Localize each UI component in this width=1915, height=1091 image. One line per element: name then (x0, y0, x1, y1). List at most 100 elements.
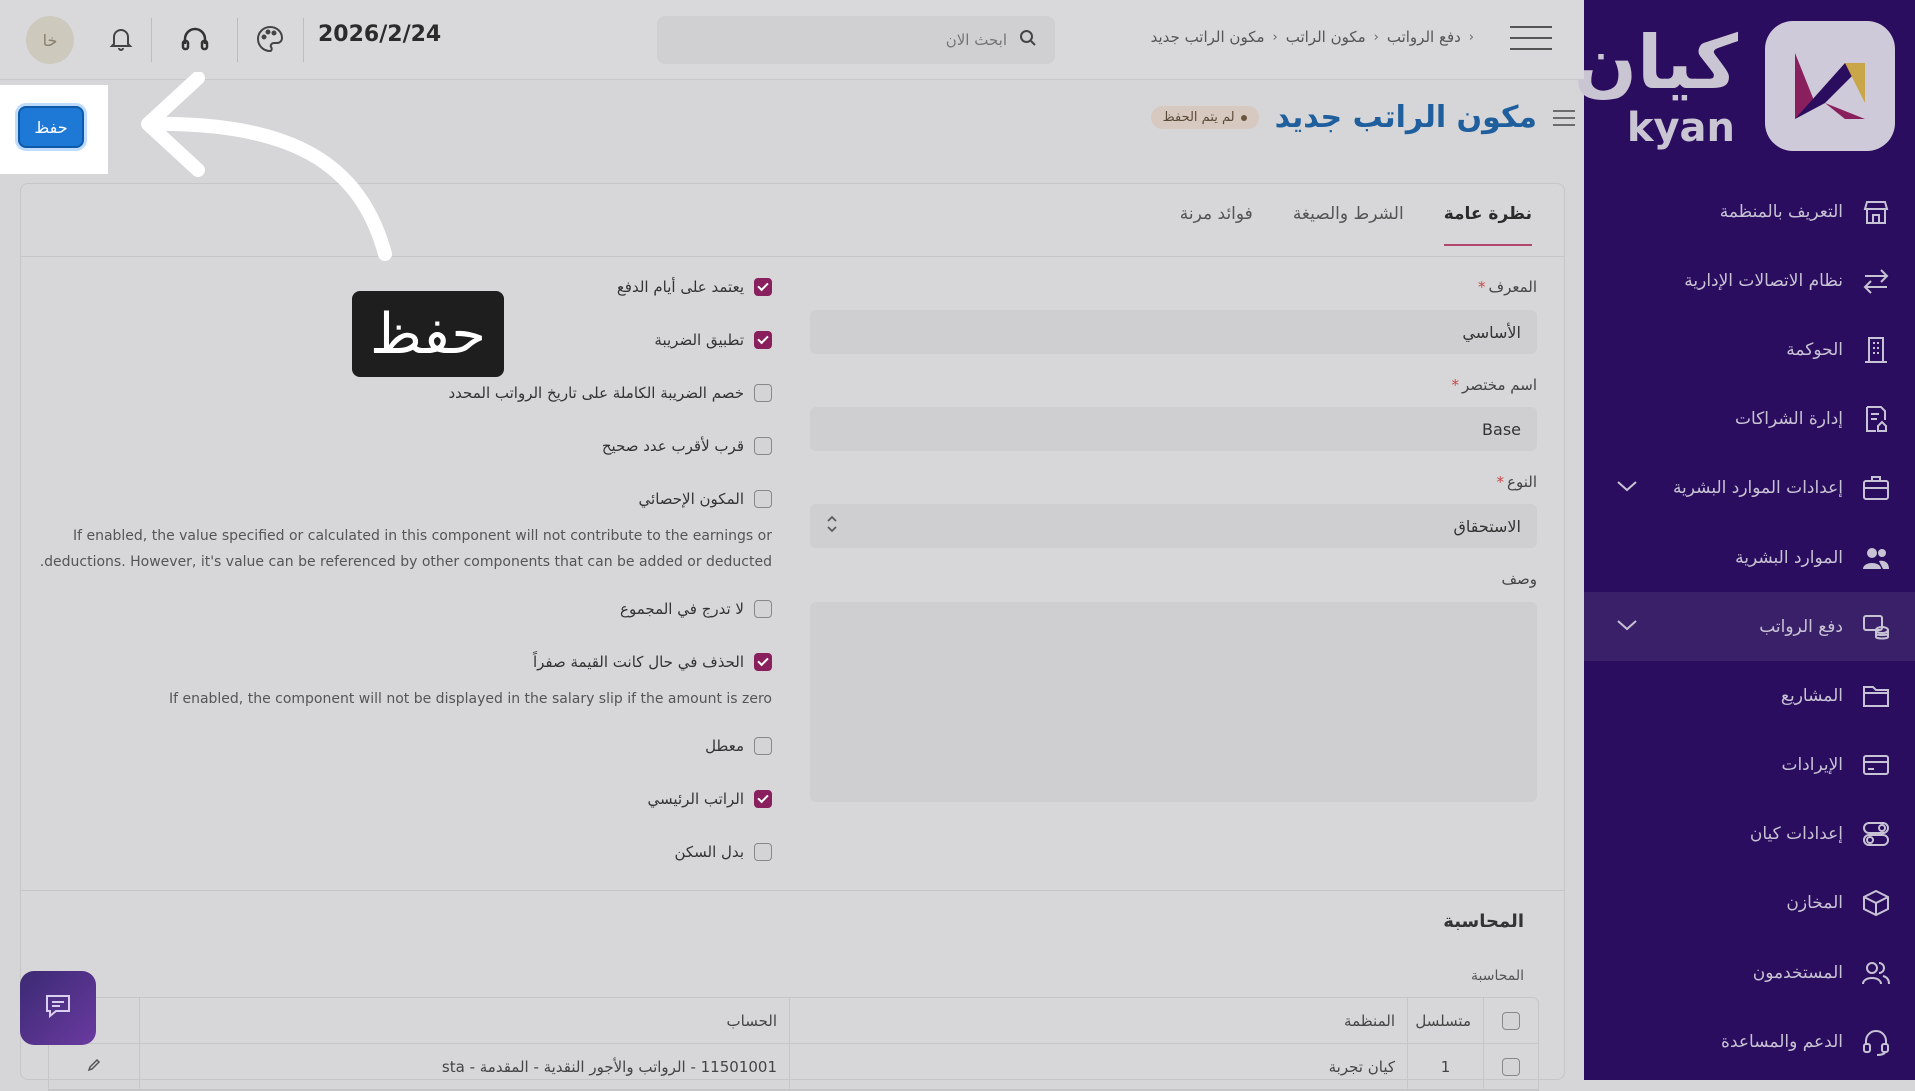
chat-button[interactable] (20, 971, 96, 1045)
sidebar-item-users[interactable]: المستخدمون (1584, 938, 1915, 1007)
bell-icon[interactable] (104, 22, 138, 56)
sidebar-item-label: نظام الاتصالات الإدارية (1684, 270, 1843, 291)
top-bar: ‹ دفع الرواتب ‹ مكون الراتب ‹ مكون الرات… (0, 0, 1584, 80)
folder-icon (1859, 679, 1893, 713)
save-button[interactable]: حفظ (18, 106, 84, 148)
tab-overview[interactable]: نظرة عامة (1443, 204, 1532, 246)
breadcrumb-chevron-icon: ‹ (1468, 29, 1474, 45)
menu-icon[interactable] (1553, 105, 1575, 131)
checkbox-remove-if-zero[interactable]: الحذف في حال كانت القيمة صفراً (533, 653, 772, 671)
search-box[interactable] (657, 16, 1055, 64)
description-textarea[interactable] (810, 602, 1537, 802)
sidebar-item-projects[interactable]: المشاريع (1584, 661, 1915, 730)
sidebar-item-hr-settings[interactable]: إعدادات الموارد البشرية (1584, 454, 1915, 523)
sidebar-item-communications[interactable]: نظام الاتصالات الإدارية (1584, 246, 1915, 315)
box-icon (1859, 886, 1893, 920)
page-title: مكون الراتب جديد (1274, 100, 1537, 135)
search-input[interactable] (689, 30, 1009, 50)
sidebar-item-label: الموارد البشرية (1735, 547, 1843, 568)
checkbox-apply-tax[interactable]: تطبيق الضريبة (654, 331, 772, 349)
sidebar-item-partnerships[interactable]: إدارة الشراكات (1584, 385, 1915, 454)
checkbox-unchecked[interactable] (754, 384, 772, 402)
checkbox-checked[interactable] (754, 653, 772, 671)
checkbox-round-integer[interactable]: قرب لأقرب عدد صحيح (602, 437, 772, 455)
checkbox-full-tax-deduction[interactable]: خصم الضريبة الكاملة على تاريخ الرواتب ال… (448, 384, 772, 402)
save-tooltip: حفظ (352, 291, 504, 377)
checkbox-label: الراتب الرئيسي (647, 790, 744, 808)
checkbox-unchecked[interactable] (754, 437, 772, 455)
breadcrumb: ‹ دفع الرواتب ‹ مكون الراتب ‹ مكون الرات… (1151, 28, 1474, 46)
tab-flexible-benefits[interactable]: فوائد مرنة (1180, 204, 1253, 246)
checkbox-main-salary[interactable]: الراتب الرئيسي (648, 790, 772, 808)
checkbox-select-all[interactable] (1502, 1011, 1520, 1030)
help-line: If enabled, the value specified or calcu… (72, 528, 772, 544)
sidebar-item-label: المخازن (1786, 893, 1843, 914)
store-icon (1859, 195, 1893, 229)
sidebar-item-payroll[interactable]: دفع الرواتب (1584, 592, 1915, 662)
checkbox-checked[interactable] (754, 278, 772, 296)
checkbox-checked[interactable] (754, 331, 772, 349)
cell-account[interactable]: 11501001 - الرواتب والأجور النقدية - الم… (139, 1044, 789, 1089)
sidebar-item-label: الإيرادات (1781, 755, 1843, 776)
table-row[interactable]: 1 كيان تجربة 11501001 - الرواتب والأجور … (49, 1044, 1538, 1090)
accounting-table-label: المحاسبة (1470, 968, 1524, 984)
logo[interactable]: كيان kyan (1574, 18, 1895, 158)
logo-text-arabic: كيان (1573, 20, 1740, 106)
checkbox-statistical-component[interactable]: المكون الإحصائي (639, 490, 772, 508)
sidebar-item-hr[interactable]: الموارد البشرية (1584, 523, 1915, 592)
checkbox-unchecked[interactable] (754, 490, 772, 508)
sidebar-item-kyan-settings[interactable]: إعدادات كيان (1584, 800, 1915, 869)
divider (303, 18, 304, 62)
id-field[interactable]: الأساسي (810, 310, 1537, 354)
table-header: متسلسل المنظمة الحساب (49, 998, 1538, 1044)
checkbox-checked[interactable] (754, 790, 772, 808)
palette-icon[interactable] (253, 22, 287, 56)
pointer-arrow-icon (141, 72, 392, 261)
breadcrumb-salary-component[interactable]: مكون الراتب (1286, 28, 1366, 46)
checkbox-unchecked[interactable] (754, 737, 772, 755)
cell-organization[interactable]: كيان تجربة (789, 1044, 1407, 1089)
checkbox-row[interactable] (1502, 1057, 1520, 1076)
logo-mark (1765, 21, 1895, 151)
hamburger-menu-icon[interactable] (1510, 26, 1552, 52)
accounting-section-title: المحاسبة (1443, 911, 1524, 932)
sidebar-item-label: إدارة الشراكات (1735, 409, 1843, 430)
avatar[interactable]: خا (26, 16, 74, 64)
chat-icon (44, 993, 72, 1023)
toggles-icon (1859, 817, 1893, 851)
tab-condition-formula[interactable]: الشرط والصيغة (1293, 204, 1404, 246)
logo-text-english: kyan (1626, 105, 1735, 151)
checkbox-exclude-total[interactable]: لا تدرج في المجموع (620, 600, 772, 618)
divider (237, 18, 238, 62)
checkbox-unchecked[interactable] (754, 600, 772, 618)
headset-icon[interactable] (178, 22, 212, 56)
edit-row-cell (49, 1044, 139, 1089)
cell-serial: 1 (1407, 1044, 1483, 1089)
briefcase-icon (1859, 471, 1893, 505)
sidebar-item-support[interactable]: الدعم والمساعدة (1584, 1007, 1915, 1076)
chevron-down-icon[interactable] (1616, 617, 1638, 637)
checkbox-payment-days[interactable]: يعتمد على أيام الدفع (617, 278, 772, 296)
type-select[interactable]: الاستحقاق (810, 504, 1537, 548)
breadcrumb-payroll[interactable]: دفع الرواتب (1387, 28, 1461, 46)
checkbox-label: لا تدرج في المجموع (620, 600, 744, 618)
abbr-field[interactable]: Base (810, 407, 1537, 451)
sidebar-item-warehouses[interactable]: المخازن (1584, 869, 1915, 938)
help-line: .deductions. However, it's value can be … (39, 554, 772, 570)
checkbox-disabled[interactable]: معطل (705, 737, 772, 755)
sidebar-menu: التعريف بالمنظمة نظام الاتصالات الإدارية… (1584, 177, 1915, 1076)
row-select-cell (1483, 1044, 1538, 1089)
chevron-down-icon[interactable] (1616, 478, 1638, 498)
checkbox-label: قرب لأقرب عدد صحيح (601, 437, 744, 455)
current-date: 2026/2/24 (318, 22, 442, 47)
users-icon (1859, 541, 1893, 575)
checkbox-unchecked[interactable] (754, 843, 772, 861)
checkbox-label: معطل (705, 737, 744, 755)
checkbox-housing-allowance[interactable]: بدل السكن (674, 843, 772, 861)
pencil-icon[interactable] (87, 1058, 101, 1076)
sidebar-item-revenues[interactable]: الإيرادات (1584, 731, 1915, 800)
sidebar-item-organization[interactable]: التعريف بالمنظمة (1584, 177, 1915, 246)
sidebar-item-governance[interactable]: الحوكمة (1584, 315, 1915, 384)
form-card: نظرة عامة الشرط والصيغة فوائد مرنة المعر… (20, 183, 1565, 1091)
user-group-icon (1859, 956, 1893, 990)
